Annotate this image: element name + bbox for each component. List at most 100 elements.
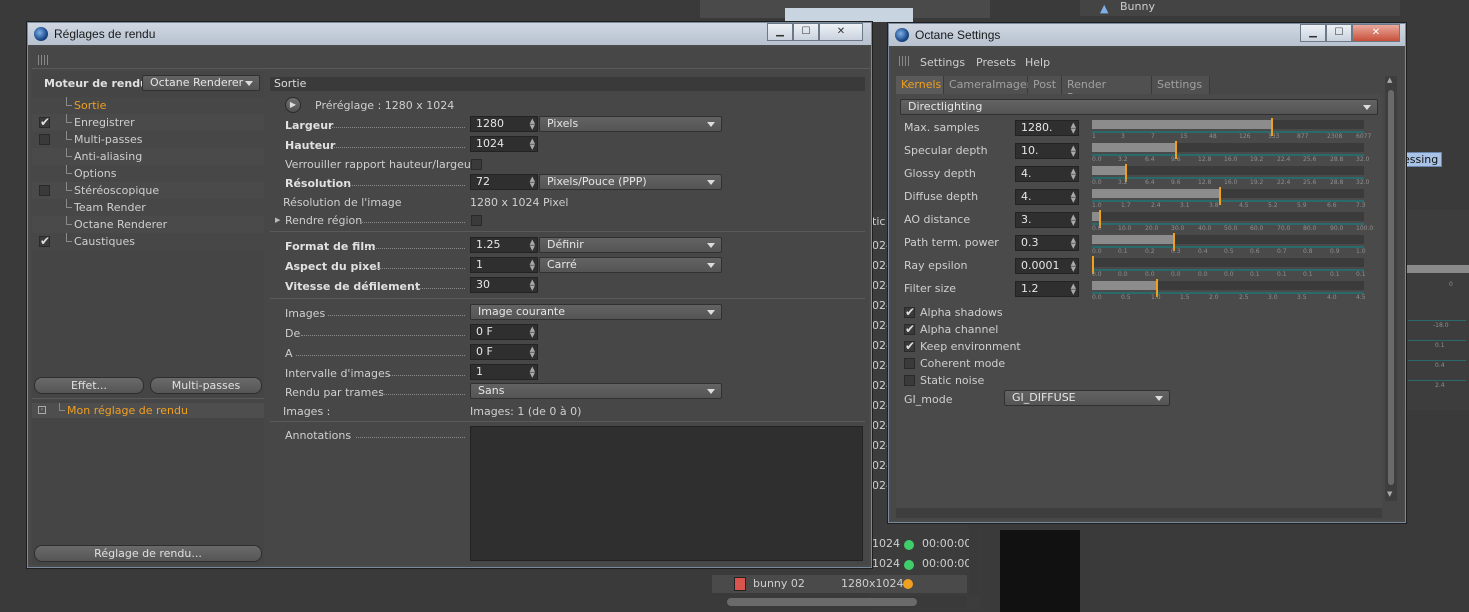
scrollbar-thumb[interactable] bbox=[1388, 90, 1394, 485]
tree-item-checkbox[interactable]: ✔ bbox=[39, 116, 50, 128]
tree-item[interactable]: ✔ Enregistrer bbox=[32, 114, 264, 131]
background-object-item[interactable]: ▲ Bunny bbox=[1080, 0, 1400, 16]
spinner-icon[interactable]: ▲ ▼ bbox=[1071, 237, 1076, 250]
spinner-icon[interactable]: ▲ ▼ bbox=[530, 346, 535, 359]
param-input[interactable]: 3. ▲ ▼ bbox=[1015, 212, 1079, 228]
grip-icon[interactable] bbox=[38, 55, 48, 65]
spinner-icon[interactable]: ▲ ▼ bbox=[1071, 191, 1076, 204]
tab-settings[interactable]: Settings bbox=[1152, 76, 1210, 94]
frame-rate-input[interactable]: 30 ▲ ▼ bbox=[470, 277, 538, 293]
param-slider[interactable]: 0.0 10.0 20.0 30.0 40.0 50.0 60.0 70.0 80.0 90.0 1… bbox=[1092, 210, 1373, 232]
tree-item[interactable]: Options bbox=[32, 165, 264, 182]
param-slider[interactable]: 0.0 3.2 6.4 9.6 12.8 16.0 19.2 22.4 25.6 28.8 32.0 bbox=[1092, 164, 1369, 186]
horizontal-scrollbar[interactable] bbox=[712, 596, 967, 608]
slider-handle[interactable] bbox=[1219, 187, 1221, 205]
pixel-aspect-input[interactable]: 1 ▲ ▼ bbox=[470, 257, 538, 273]
width-input[interactable]: 1280 ▲ ▼ bbox=[470, 116, 538, 132]
spinner-icon[interactable]: ▲ ▼ bbox=[1071, 283, 1076, 296]
spinner-icon[interactable]: ▲ ▼ bbox=[530, 118, 535, 131]
fields-dropdown[interactable]: Sans bbox=[470, 383, 722, 399]
spinner-icon[interactable]: ▲ ▼ bbox=[1071, 145, 1076, 158]
spinner-icon[interactable]: ▲ ▼ bbox=[1071, 214, 1076, 227]
tree-item[interactable]: Team Render bbox=[32, 199, 264, 216]
maximize-button[interactable]: ☐ bbox=[1326, 24, 1352, 42]
from-input[interactable]: 0 F ▲ ▼ bbox=[470, 324, 538, 340]
spinner-icon[interactable]: ▲ ▼ bbox=[530, 176, 535, 189]
engine-dropdown[interactable]: Octane Renderer bbox=[142, 75, 260, 91]
spinner-icon[interactable]: ▲ ▼ bbox=[1071, 122, 1076, 135]
param-input[interactable]: 4. ▲ ▼ bbox=[1015, 189, 1079, 205]
tree-item-checkbox[interactable] bbox=[39, 185, 50, 196]
tree-item[interactable]: Anti-aliasing bbox=[32, 148, 264, 165]
resolution-input[interactable]: 72 ▲ ▼ bbox=[470, 174, 538, 190]
spinner-icon[interactable]: ▲ ▼ bbox=[530, 239, 535, 252]
preset-button[interactable]: ▶ bbox=[285, 97, 301, 113]
menu-settings[interactable]: Settings bbox=[920, 56, 965, 69]
tab-cameraimager[interactable]: CameraImager bbox=[944, 76, 1031, 94]
param-slider[interactable]: 0.0 0.5 1.0 1.5 2.0 2.5 3.0 3.5 4.0 4.5 bbox=[1092, 279, 1366, 301]
option-checkbox[interactable]: ✔ bbox=[904, 323, 915, 335]
octane-titlebar[interactable]: Octane Settings ▁ ☐ ✕ bbox=[889, 24, 1405, 46]
scroll-down-icon[interactable]: ▼ bbox=[1387, 490, 1392, 498]
param-slider[interactable]: 1.0 1.7 2.4 3.1 3.8 4.5 5.2 5.9 6.6 7.3 bbox=[1092, 187, 1366, 209]
tab-post[interactable]: Post bbox=[1028, 76, 1062, 94]
film-format-dropdown[interactable]: Définir bbox=[539, 237, 722, 253]
render-setting-button[interactable]: Réglage de rendu... bbox=[34, 545, 262, 562]
spinner-icon[interactable]: ▲ ▼ bbox=[1071, 260, 1076, 273]
tab-kernels[interactable]: Kernels bbox=[896, 76, 944, 94]
lock-ratio-checkbox[interactable] bbox=[471, 159, 482, 170]
pixel-aspect-dropdown[interactable]: Carré bbox=[539, 257, 722, 273]
vertical-scrollbar[interactable]: ▲ ▼ bbox=[1385, 76, 1397, 501]
option-checkbox[interactable]: ✔ bbox=[904, 340, 915, 352]
param-input[interactable]: 1280. ▲ ▼ bbox=[1015, 120, 1079, 136]
param-input[interactable]: 4. ▲ ▼ bbox=[1015, 166, 1079, 182]
tab-render-passes[interactable]: Render Passes bbox=[1062, 76, 1152, 104]
render-settings-titlebar[interactable]: Réglages de rendu ▁ ☐ ✕ bbox=[28, 23, 871, 45]
height-input[interactable]: 1024 ▲ ▼ bbox=[470, 136, 538, 152]
close-button[interactable]: ✕ bbox=[819, 23, 863, 41]
images-dropdown[interactable]: Image courante bbox=[470, 304, 722, 320]
menu-presets[interactable]: Presets bbox=[976, 56, 1016, 69]
param-input[interactable]: 0.3 ▲ ▼ bbox=[1015, 235, 1079, 251]
menu-help[interactable]: Help bbox=[1025, 56, 1050, 69]
minimize-button[interactable]: ▁ bbox=[767, 23, 793, 41]
spinner-icon[interactable]: ▲ ▼ bbox=[530, 138, 535, 151]
horizontal-scrollbar[interactable] bbox=[896, 508, 1382, 518]
option-checkbox[interactable] bbox=[904, 375, 915, 386]
minimize-button[interactable]: ▁ bbox=[1300, 24, 1326, 42]
param-slider[interactable]: 0.0 0.0 0.0 0.0 0.0 0.0 0.1 0.1 0.1 0.1 0.1 bbox=[1092, 256, 1366, 278]
step-input[interactable]: 1 ▲ ▼ bbox=[470, 364, 538, 380]
param-input[interactable]: 10. ▲ ▼ bbox=[1015, 143, 1079, 159]
option-checkbox[interactable] bbox=[904, 358, 915, 369]
scrollbar-thumb[interactable] bbox=[727, 598, 917, 606]
close-button[interactable]: ✕ bbox=[1352, 24, 1400, 42]
to-input[interactable]: 0 F ▲ ▼ bbox=[470, 344, 538, 360]
param-slider[interactable]: 1 3 7 15 48 126 333 877 2308 6077 bbox=[1092, 118, 1371, 140]
spinner-icon[interactable]: ▲ ▼ bbox=[1071, 168, 1076, 181]
kernel-dropdown[interactable]: Directlighting bbox=[900, 99, 1378, 115]
tree-item[interactable]: Stéréoscopique bbox=[32, 182, 264, 199]
queue-row[interactable]: bunny 02 1280x1024 bbox=[712, 575, 967, 593]
spinner-icon[interactable]: ▲ ▼ bbox=[530, 259, 535, 272]
param-input[interactable]: 1.2 ▲ ▼ bbox=[1015, 281, 1079, 297]
tree-item[interactable]: Sortie bbox=[32, 97, 264, 114]
effect-button[interactable]: Effet... bbox=[34, 377, 144, 394]
spinner-icon[interactable]: ▲ ▼ bbox=[530, 279, 535, 292]
option-checkbox[interactable]: ✔ bbox=[904, 306, 915, 318]
tree-item[interactable]: Multi-passes bbox=[32, 131, 264, 148]
tree-item-checkbox[interactable] bbox=[39, 134, 50, 145]
multipass-button[interactable]: Multi-passes bbox=[150, 377, 262, 394]
grip-icon[interactable] bbox=[899, 56, 909, 66]
queue-row[interactable]: 1024 00:00:00 bbox=[872, 557, 971, 573]
render-region-checkbox[interactable] bbox=[471, 215, 482, 226]
film-format-input[interactable]: 1.25 ▲ ▼ bbox=[470, 237, 538, 253]
spinner-icon[interactable]: ▲ ▼ bbox=[530, 366, 535, 379]
tree-item-checkbox[interactable]: ✔ bbox=[39, 235, 50, 247]
maximize-button[interactable]: ☐ bbox=[793, 23, 819, 41]
gi-mode-dropdown[interactable]: GI_DIFFUSE bbox=[1004, 390, 1170, 406]
param-slider[interactable]: 0.0 0.1 0.2 0.3 0.4 0.5 0.6 0.7 0.8 0.9 1.0 bbox=[1092, 233, 1366, 255]
param-slider[interactable]: 0.0 3.2 6.4 9.6 12.8 16.0 19.2 22.4 25.6 28.8 32.0 bbox=[1092, 141, 1369, 163]
queue-row[interactable]: 1024 00:00:00 bbox=[872, 537, 971, 553]
param-input[interactable]: 0.0001 ▲ ▼ bbox=[1015, 258, 1079, 274]
scroll-up-icon[interactable]: ▲ bbox=[1387, 76, 1392, 84]
